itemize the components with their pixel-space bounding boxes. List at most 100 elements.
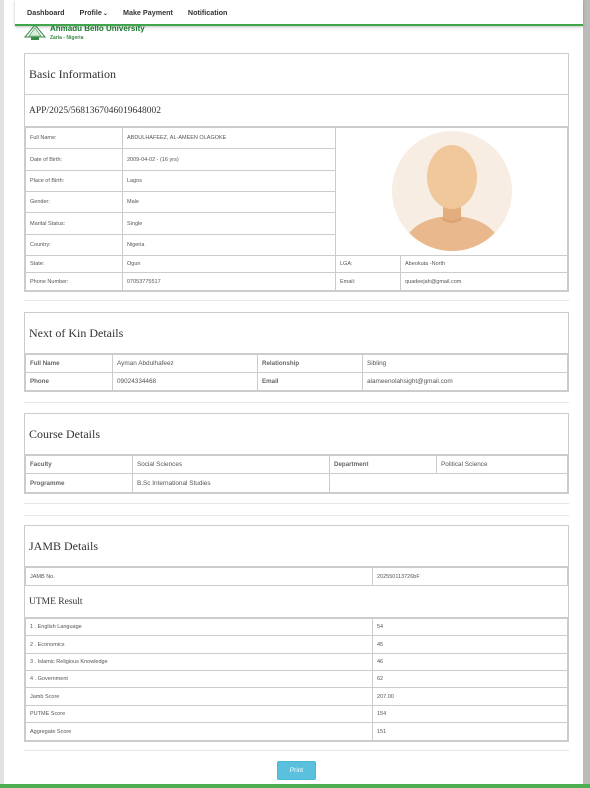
photo-cell xyxy=(335,127,568,256)
section-divider xyxy=(24,402,569,403)
email-label: Email: xyxy=(335,272,401,291)
gender-label: Gender: xyxy=(25,191,123,213)
table-row: Full Name Ayman Abdulhafeez Relationship… xyxy=(25,354,568,373)
table-row: PUTME Score 154 xyxy=(25,705,568,723)
table-row: JAMB No. 202550113726bF xyxy=(25,567,568,586)
next-of-kin-heading: Next of Kin Details xyxy=(25,313,568,354)
dob-label: Date of Birth: xyxy=(25,148,123,171)
kin-email-label: Email xyxy=(257,372,363,391)
table-row: Jamb Score 207.00 xyxy=(25,687,568,706)
aggregate-score-value: 151 xyxy=(372,722,568,741)
place-of-birth-value: Lagos xyxy=(122,170,336,192)
section-divider xyxy=(24,515,569,516)
empty-cell xyxy=(329,473,568,493)
basic-information-heading: Basic Information xyxy=(25,54,568,95)
department-value: Political Science xyxy=(436,455,568,474)
place-of-birth-label: Place of Birth: xyxy=(25,170,123,192)
table-row: 4 . Government 62 xyxy=(25,670,568,688)
faculty-value: Social Sciences xyxy=(132,455,330,474)
application-number: APP/2025/5681367046019648002 xyxy=(25,95,568,127)
lga-value: Abeokuta -North xyxy=(400,255,568,273)
country-value: Nigeria xyxy=(122,234,336,256)
table-row: State: Ogun LGA: Abeokuta -North xyxy=(25,255,568,273)
marital-status-label: Marital Status: xyxy=(25,212,123,235)
section-divider xyxy=(24,300,569,301)
department-label: Department xyxy=(329,455,437,474)
programme-value: B.Sc International Studies xyxy=(132,473,330,493)
lga-label: LGA: xyxy=(335,255,401,273)
marital-status-value: Single xyxy=(122,212,336,235)
university-location: Zaria - Nigeria xyxy=(50,35,84,41)
nav-make-payment[interactable]: Make Payment xyxy=(123,8,173,17)
kin-phone-label: Phone xyxy=(25,372,113,391)
table-row: 3 . Islamic Religious Knowledge 46 xyxy=(25,653,568,671)
course-details-panel: Course Details Faculty Social Sciences D… xyxy=(24,413,569,494)
kin-relationship-value: Sibling xyxy=(362,354,568,373)
putme-score-value: 154 xyxy=(372,705,568,723)
jamb-score-label: Jamb Score xyxy=(25,687,373,706)
passport-photo xyxy=(391,130,512,251)
section-divider xyxy=(24,503,569,504)
university-logo-icon xyxy=(24,24,46,40)
course-details-heading: Course Details xyxy=(25,414,568,455)
next-of-kin-table: Full Name Ayman Abdulhafeez Relationship… xyxy=(25,354,568,391)
full-name-label: Full Name: xyxy=(25,127,123,149)
full-name-value: ABDULHAFEEZ, AL-AMEEN OLAGOKE xyxy=(122,127,336,149)
country-label: Country: xyxy=(25,234,123,256)
programme-label: Programme xyxy=(25,473,133,493)
kin-phone-value: 09024334468 xyxy=(112,372,258,391)
table-row: 1 . English Language 54 xyxy=(25,618,568,636)
basic-information-table: Full Name: ABDULHAFEEZ, AL-AMEEN OLAGOKE… xyxy=(25,127,568,291)
table-row: Phone Number: 07053775517 Email: quadeej… xyxy=(25,272,568,291)
table-row: Faculty Social Sciences Department Polit… xyxy=(25,455,568,474)
jamb-number-table: JAMB No. 202550113726bF xyxy=(25,567,568,586)
table-row: Full Name: ABDULHAFEEZ, AL-AMEEN OLAGOKE xyxy=(25,127,568,256)
nav-notification[interactable]: Notification xyxy=(188,8,228,17)
aggregate-score-label: Aggregate Score xyxy=(25,722,373,741)
subject-score: 45 xyxy=(372,635,568,654)
kin-relationship-label: Relationship xyxy=(257,354,363,373)
putme-score-label: PUTME Score xyxy=(25,705,373,723)
course-details-table: Faculty Social Sciences Department Polit… xyxy=(25,455,568,493)
subject-label: 2 . Economics xyxy=(25,635,373,654)
nav-profile[interactable]: Profile⌄ xyxy=(80,8,108,17)
jamb-number-label: JAMB No. xyxy=(25,567,373,586)
chevron-down-icon: ⌄ xyxy=(102,10,108,17)
email-value: quadeejah@gmail.com xyxy=(400,272,568,291)
phone-number-value: 07053775517 xyxy=(122,272,336,291)
subject-label: 1 . English Language xyxy=(25,618,373,636)
kin-name-label: Full Name xyxy=(25,354,113,373)
state-label: State: xyxy=(25,255,123,273)
top-navbar: Dashboard Profile⌄ Make Payment Notifica… xyxy=(15,0,583,26)
window-scrollbar[interactable] xyxy=(583,0,590,788)
kin-email-value: alameenolahsight@gmail.com xyxy=(362,372,568,391)
subject-label: 4 . Government xyxy=(25,670,373,688)
university-brand: Ahmadu Bello University Zaria - Nigeria xyxy=(24,24,145,41)
jamb-number-value: 202550113726bF xyxy=(372,567,568,586)
table-row: Phone 09024334468 Email alameenolahsight… xyxy=(25,372,568,391)
utme-result-table: 1 . English Language 54 2 . Economics 45… xyxy=(25,618,568,741)
basic-information-panel: Basic Information APP/2025/5681367046019… xyxy=(24,53,569,292)
phone-number-label: Phone Number: xyxy=(25,272,123,291)
subject-score: 62 xyxy=(372,670,568,688)
section-divider xyxy=(24,750,569,751)
subject-score: 46 xyxy=(372,653,568,671)
subject-label: 3 . Islamic Religious Knowledge xyxy=(25,653,373,671)
jamb-details-heading: JAMB Details xyxy=(25,526,568,567)
jamb-score-value: 207.00 xyxy=(372,687,568,706)
table-row: 2 . Economics 45 xyxy=(25,635,568,654)
nav-dashboard[interactable]: Dashboard xyxy=(27,8,65,17)
jamb-details-panel: JAMB Details JAMB No. 202550113726bF UTM… xyxy=(24,525,569,742)
dob-value: 2009-04-02 - (16 yrs) xyxy=(122,148,336,171)
window-left-edge xyxy=(0,0,4,788)
next-of-kin-panel: Next of Kin Details Full Name Ayman Abdu… xyxy=(24,312,569,392)
table-row: Programme B.Sc International Studies xyxy=(25,473,568,493)
nav-profile-label: Profile xyxy=(79,7,102,17)
state-value: Ogun xyxy=(122,255,336,273)
window-bottom-edge xyxy=(0,784,590,788)
kin-name-value: Ayman Abdulhafeez xyxy=(112,354,258,373)
utme-result-heading: UTME Result xyxy=(25,586,568,618)
table-row: Aggregate Score 151 xyxy=(25,722,568,741)
print-button[interactable]: Print xyxy=(277,761,316,780)
faculty-label: Faculty xyxy=(25,455,133,474)
